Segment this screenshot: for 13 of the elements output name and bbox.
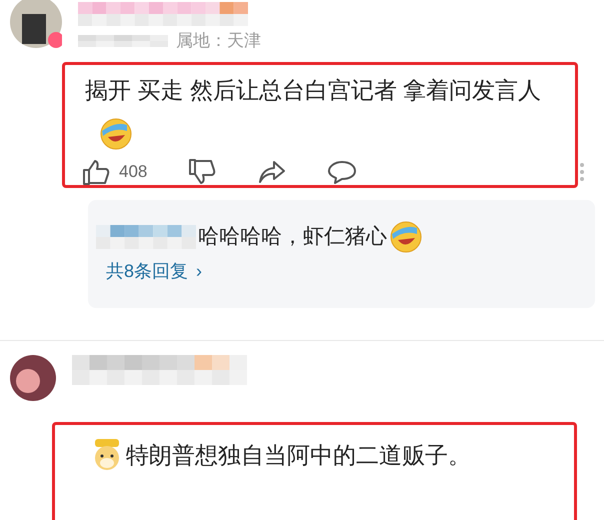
- reply-text: 哈哈哈哈，虾仁猪心: [198, 224, 387, 250]
- laughing-emoji-icon: [99, 116, 133, 151]
- like-icon[interactable]: [81, 158, 111, 186]
- comment-location: 属地：天津: [176, 32, 261, 49]
- dog-emoji-icon: [92, 438, 122, 472]
- laughing-emoji-icon: [389, 220, 423, 254]
- avatar[interactable]: [10, 0, 62, 50]
- like-count: 408: [119, 161, 148, 184]
- dislike-icon[interactable]: [187, 158, 218, 186]
- comment-text: 特朗普想独自当阿中的二道贩子。: [126, 440, 471, 470]
- comment-text: 揭开 买走 然后让总台白宫记者 拿着问发言人: [85, 77, 542, 103]
- view-replies-link[interactable]: 共8条回复 ›: [106, 258, 202, 285]
- avatar[interactable]: [10, 354, 56, 401]
